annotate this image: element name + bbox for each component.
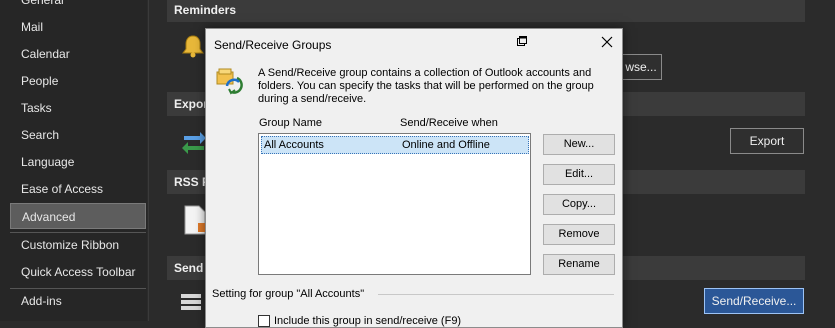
send-receive-groups-dialog: Send/Receive Groups A Send/Receive group… — [205, 28, 623, 328]
group-when-cell: Online and Offline — [402, 139, 490, 151]
nav-item-quick-access-toolbar[interactable]: Quick Access Toolbar — [10, 259, 146, 285]
group-name-cell: All Accounts — [264, 139, 324, 151]
dialog-title: Send/Receive Groups — [214, 38, 332, 52]
nav-item-people[interactable]: People — [10, 68, 146, 94]
new-button[interactable]: New... — [543, 134, 615, 155]
nav-divider-vertical — [148, 0, 149, 321]
restore-window-icon[interactable] — [517, 36, 527, 46]
nav-item-language[interactable]: Language — [10, 149, 146, 175]
edit-button[interactable]: Edit... — [543, 164, 615, 185]
close-icon[interactable] — [596, 32, 618, 52]
nav-item-general[interactable]: General — [10, 0, 146, 13]
export-arrows-icon — [182, 132, 206, 154]
column-header-group-name: Group Name — [259, 117, 322, 129]
section-reminders: Reminders — [167, 0, 805, 22]
folders-sync-icon — [216, 68, 243, 95]
options-navigation: General Mail Calendar People Tasks Searc… — [0, 0, 147, 321]
include-group-checkbox[interactable] — [258, 315, 270, 327]
remove-button[interactable]: Remove — [543, 224, 615, 245]
nav-item-calendar[interactable]: Calendar — [10, 41, 146, 67]
group-setting-label: Setting for group "All Accounts" — [212, 288, 365, 300]
bell-icon — [182, 35, 204, 58]
send-receive-button[interactable]: Send/Receive... — [704, 288, 804, 314]
column-header-send-receive-when: Send/Receive when — [400, 117, 498, 129]
dialog-description: A Send/Receive group contains a collecti… — [258, 67, 594, 105]
rename-button[interactable]: Rename — [543, 254, 615, 275]
nav-item-mail[interactable]: Mail — [10, 14, 146, 40]
include-group-label: Include this group in send/receive (F9) — [274, 315, 462, 327]
send-receive-icon — [181, 294, 201, 310]
nav-item-search[interactable]: Search — [10, 122, 146, 148]
nav-item-advanced[interactable]: Advanced — [10, 203, 146, 229]
document-icon — [184, 205, 206, 235]
browse-button[interactable]: wse... — [620, 54, 662, 80]
groups-list[interactable]: All Accounts Online and Offline — [258, 133, 531, 275]
nav-item-tasks[interactable]: Tasks — [10, 95, 146, 121]
nav-item-ease-of-access[interactable]: Ease of Access — [10, 176, 146, 202]
group-setting-divider — [378, 294, 614, 295]
nav-item-customize-ribbon[interactable]: Customize Ribbon — [10, 232, 146, 258]
nav-item-add-ins[interactable]: Add-ins — [10, 288, 146, 314]
list-item[interactable]: All Accounts Online and Offline — [261, 136, 529, 154]
export-button[interactable]: Export — [730, 128, 804, 154]
copy-button[interactable]: Copy... — [543, 194, 615, 215]
